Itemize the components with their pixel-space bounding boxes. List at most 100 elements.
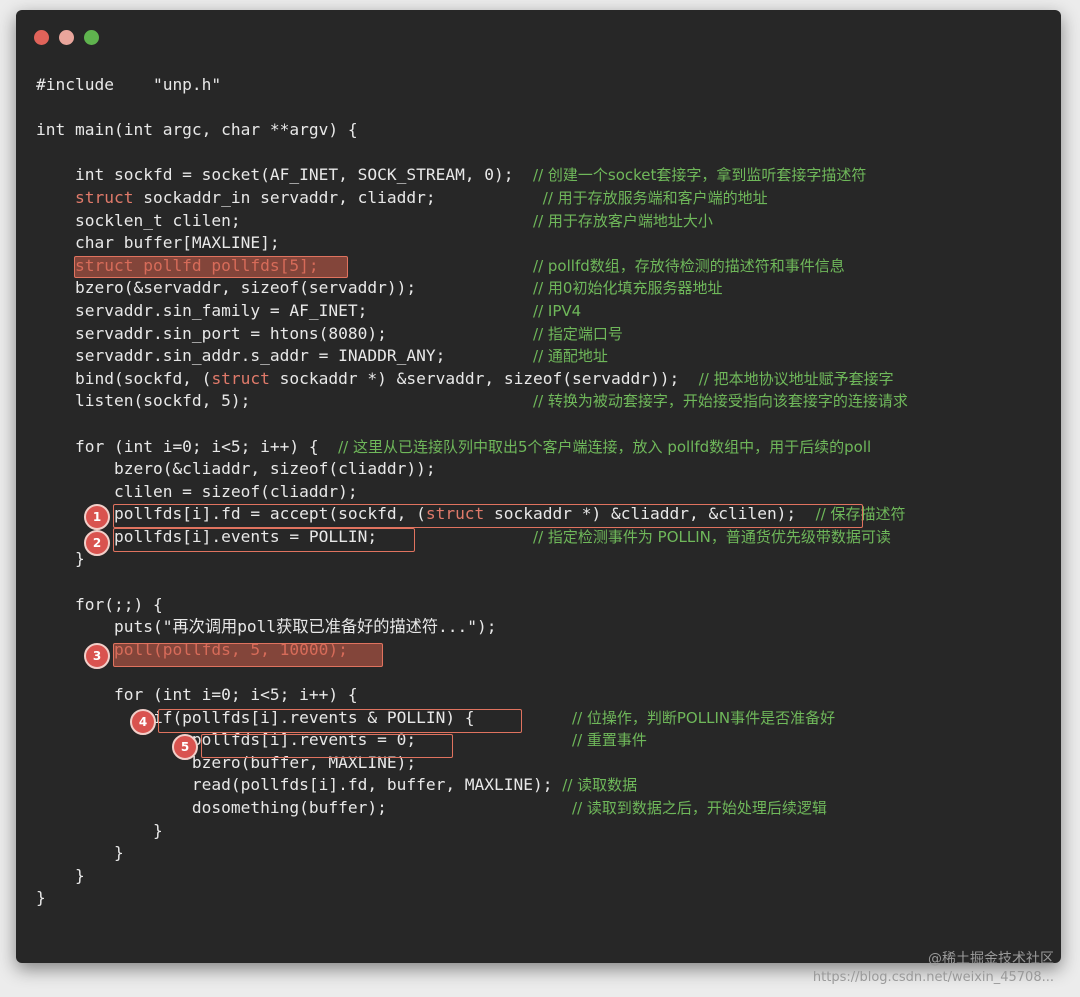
code-token: struct bbox=[36, 187, 134, 207]
code-token: char buffer[MAXLINE]; bbox=[36, 233, 280, 253]
code-token: socklen_t clilen; bbox=[36, 210, 534, 230]
code-token: listen(sockfd, 5); bbox=[36, 391, 534, 411]
code-comment: // 转换为被动套接字，开始接受指向该套接字的连接请求 bbox=[533, 392, 908, 411]
code-token: struct bbox=[211, 368, 270, 388]
code-comment: // 位操作，判断POLLIN事件是否准备好 bbox=[572, 708, 836, 727]
code-comment: // 读取数据 bbox=[562, 776, 638, 795]
code-line: } bbox=[36, 865, 1061, 888]
step-badge-1: 1 bbox=[84, 504, 110, 530]
code-token: #include "unp.h" bbox=[36, 75, 222, 94]
watermark-site: @稀土掘金技术社区 bbox=[928, 951, 1054, 967]
code-line: pollfds[i].fd = accept(sockfd, (struct s… bbox=[36, 503, 1061, 526]
code-line: servaddr.sin_family = AF_INET; // IPV4 bbox=[36, 300, 1061, 323]
code-token: servaddr.sin_family = AF_INET; bbox=[36, 300, 534, 320]
code-token: } bbox=[36, 865, 85, 885]
code-line: for(;;) { bbox=[36, 594, 1061, 617]
code-line: pollfds[i].events = POLLIN; // 指定检测事件为 P… bbox=[36, 526, 1061, 549]
code-token: if(pollfds[i].revents & POLLIN) { bbox=[36, 707, 573, 727]
code-token: int sockfd = socket(AF_INET, SOCK_STREAM… bbox=[36, 165, 534, 185]
code-token: read(pollfds[i].fd, buffer, MAXLINE); bbox=[36, 775, 563, 795]
code-token: bzero(&cliaddr, sizeof(cliaddr)); bbox=[36, 459, 436, 479]
code-line: dosomething(buffer); // 读取到数据之后，开始处理后续逻辑 bbox=[36, 797, 1061, 820]
code-comment: // IPV4 bbox=[533, 301, 582, 320]
code-comment: // 用于存放服务端和客户端的地址 bbox=[542, 188, 768, 207]
step-badge-4: 4 bbox=[130, 709, 156, 735]
code-line: puts("再次调用poll获取已准备好的描述符..."); bbox=[36, 616, 1061, 639]
code-token: } bbox=[36, 888, 46, 908]
code-token: poll(pollfds, 5, 10000); bbox=[36, 639, 348, 659]
code-comment: // 用0初始化填充服务器地址 bbox=[533, 279, 723, 298]
code-line: socklen_t clilen; // 用于存放客户端地址大小 bbox=[36, 210, 1061, 233]
code-line: servaddr.sin_addr.s_addr = INADDR_ANY; /… bbox=[36, 345, 1061, 368]
code-line: if(pollfds[i].revents & POLLIN) { // 位操作… bbox=[36, 707, 1061, 730]
code-line: #include "unp.h" bbox=[36, 74, 1061, 97]
code-token: struct bbox=[425, 504, 485, 524]
code-line: int sockfd = socket(AF_INET, SOCK_STREAM… bbox=[36, 164, 1061, 187]
minimize-window-button[interactable] bbox=[59, 30, 74, 45]
step-badge-3: 3 bbox=[84, 643, 110, 669]
code-token: for(;;) { bbox=[36, 594, 163, 614]
code-comment: // 保存描述符 bbox=[815, 505, 906, 524]
code-token: struct pollfd pollfds[5]; bbox=[36, 255, 534, 275]
code-line: } bbox=[36, 842, 1061, 865]
code-comment: // 指定检测事件为 POLLIN，普通货优先级带数据可读 bbox=[533, 527, 891, 546]
code-line: bind(sockfd, (struct sockaddr *) &servad… bbox=[36, 368, 1061, 391]
code-token: sockaddr *) &cliaddr, &clilen); bbox=[484, 504, 816, 524]
code-comment: // 把本地协议地址赋予套接字 bbox=[698, 369, 894, 388]
code-line: listen(sockfd, 5); // 转换为被动套接字，开始接受指向该套接… bbox=[36, 390, 1061, 413]
code-line: char buffer[MAXLINE]; bbox=[36, 232, 1061, 255]
code-line: for (int i=0; i<5; i++) { // 这里从已连接队列中取出… bbox=[36, 436, 1061, 459]
code-token: bzero(&servaddr, sizeof(servaddr)); bbox=[36, 278, 534, 298]
code-token: servaddr.sin_port = htons(8080); bbox=[36, 323, 534, 343]
step-badge-2: 2 bbox=[84, 530, 110, 556]
code-line: servaddr.sin_port = htons(8080); // 指定端口… bbox=[36, 323, 1061, 346]
code-comment: // 指定端口号 bbox=[533, 324, 623, 343]
code-line: clilen = sizeof(cliaddr); bbox=[36, 481, 1061, 504]
code-token: bind(sockfd, ( bbox=[36, 368, 212, 388]
code-token: dosomething(buffer); bbox=[36, 798, 573, 817]
code-comment: // 通配地址 bbox=[533, 347, 608, 366]
code-comment: // 重置事件 bbox=[572, 731, 647, 750]
code-token: sockaddr *) &servaddr, sizeof(servaddr))… bbox=[269, 368, 699, 388]
code-comment: // 创建一个socket套接字，拿到监听套接字描述符 bbox=[533, 166, 867, 185]
code-block: #include "unp.h" int main(int argc, char … bbox=[36, 74, 1061, 910]
code-line: int main(int argc, char **argv) { bbox=[36, 119, 1061, 142]
step-badge-5: 5 bbox=[172, 734, 198, 760]
code-line: poll(pollfds, 5, 10000); bbox=[36, 639, 1061, 662]
code-comment: // 用于存放客户端地址大小 bbox=[533, 211, 713, 230]
code-line: } bbox=[36, 548, 1061, 571]
code-comment: // pollfd数组，存放待检测的描述符和事件信息 bbox=[533, 256, 845, 275]
code-line: struct sockaddr_in servaddr, cliaddr; //… bbox=[36, 187, 1061, 210]
code-window: #include "unp.h" int main(int argc, char … bbox=[16, 10, 1061, 963]
zoom-window-button[interactable] bbox=[84, 30, 99, 45]
close-window-button[interactable] bbox=[34, 30, 49, 45]
watermark-url: https://blog.csdn.net/weixin_45708... bbox=[812, 970, 1054, 985]
code-token: } bbox=[36, 549, 85, 569]
code-comment: // 读取到数据之后，开始处理后续逻辑 bbox=[572, 799, 827, 817]
code-token: servaddr.sin_addr.s_addr = INADDR_ANY; bbox=[36, 346, 534, 366]
code-token: for (int i=0; i<5; i++) { bbox=[36, 436, 339, 456]
code-token: puts("再次调用poll获取已准备好的描述符..."); bbox=[36, 617, 497, 637]
code-token: } bbox=[36, 820, 163, 840]
code-line: bzero(&cliaddr, sizeof(cliaddr)); bbox=[36, 458, 1061, 481]
code-comment: // 这里从已连接队列中取出5个客户端连接，放入 pollfd数组中，用于后续的… bbox=[338, 437, 872, 456]
code-token: for (int i=0; i<5; i++) { bbox=[36, 685, 358, 705]
code-line: bzero(&servaddr, sizeof(servaddr)); // 用… bbox=[36, 277, 1061, 300]
code-token: pollfds[i].events = POLLIN; bbox=[36, 526, 534, 546]
code-line: for (int i=0; i<5; i++) { bbox=[36, 684, 1061, 707]
code-line: struct pollfd pollfds[5]; // pollfd数组，存放… bbox=[36, 255, 1061, 278]
code-token: sockaddr_in servaddr, cliaddr; bbox=[133, 187, 543, 207]
code-line: read(pollfds[i].fd, buffer, MAXLINE); //… bbox=[36, 774, 1061, 797]
code-token: clilen = sizeof(cliaddr); bbox=[36, 481, 358, 501]
code-token: bzero(buffer, MAXLINE); bbox=[36, 752, 417, 772]
code-line: } bbox=[36, 887, 1061, 910]
code-line: } bbox=[36, 820, 1061, 843]
code-token: } bbox=[36, 843, 124, 863]
code-token: pollfds[i].revents = 0; bbox=[36, 730, 573, 750]
code-token: int main(int argc, char **argv) { bbox=[36, 120, 358, 140]
